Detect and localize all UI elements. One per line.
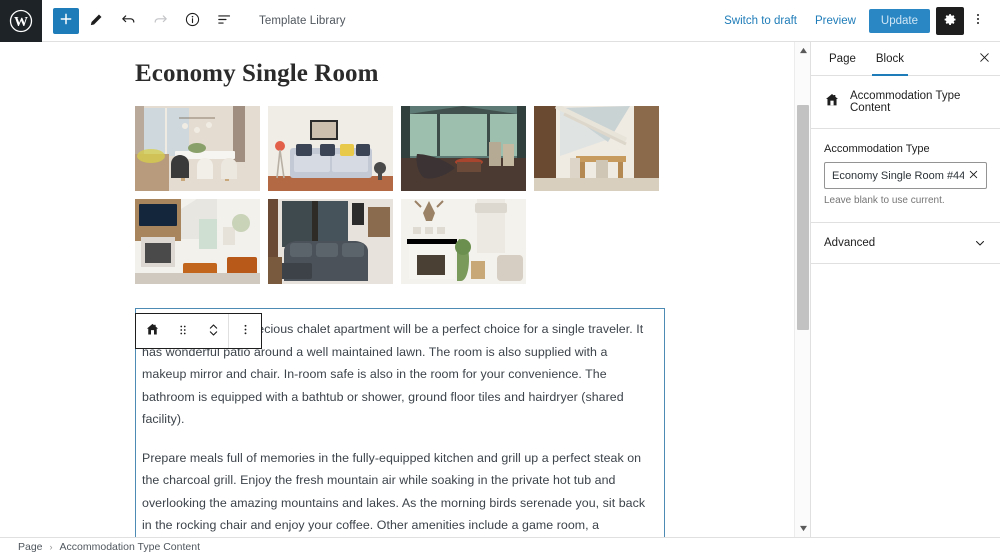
settings-sidebar: Page Block Accommodation Type Content Ac… bbox=[810, 42, 1000, 537]
wordpress-logo-icon: W bbox=[9, 9, 33, 33]
breadcrumb-separator-icon: › bbox=[49, 542, 53, 552]
redo-button[interactable] bbox=[145, 6, 175, 36]
close-icon bbox=[978, 51, 991, 67]
breadcrumb-item-page[interactable]: Page bbox=[18, 541, 43, 553]
scroll-down-arrow-icon[interactable] bbox=[795, 520, 810, 537]
add-block-button[interactable] bbox=[53, 7, 79, 34]
block-toolbar-group-primary bbox=[136, 314, 228, 348]
selected-block-card: Accommodation Type Content bbox=[811, 76, 1000, 129]
editor-top-bar: W Template Library Switch to draft Previ… bbox=[0, 0, 1000, 42]
breadcrumb: Page › Accommodation Type Content bbox=[0, 537, 1000, 556]
image-gallery-block[interactable] bbox=[135, 106, 665, 284]
drag-handle-button[interactable] bbox=[168, 314, 198, 348]
accommodation-type-value: Economy Single Room #44 bbox=[832, 169, 965, 182]
home-icon bbox=[824, 92, 840, 113]
preview-button[interactable]: Preview bbox=[806, 9, 865, 33]
list-view-icon bbox=[216, 11, 233, 31]
undo-arrow-icon bbox=[120, 11, 137, 31]
edit-mode-button[interactable] bbox=[81, 6, 111, 36]
editor-body: Economy Single Room This economy but spe… bbox=[0, 42, 1000, 537]
page-title[interactable]: Economy Single Room bbox=[135, 60, 794, 88]
block-options-button[interactable] bbox=[229, 314, 261, 348]
gallery-row bbox=[135, 199, 665, 284]
clear-accommodation-type-button[interactable] bbox=[964, 166, 982, 186]
breadcrumb-item-block[interactable]: Accommodation Type Content bbox=[60, 541, 200, 553]
accommodation-type-input[interactable]: Economy Single Room #44 bbox=[824, 162, 987, 189]
chevron-up-down-icon bbox=[206, 321, 221, 342]
drag-dots-icon bbox=[176, 323, 190, 340]
redo-arrow-icon bbox=[152, 11, 169, 31]
kebab-menu-icon bbox=[238, 322, 253, 340]
close-sidebar-button[interactable] bbox=[968, 42, 1000, 75]
editor-column: Economy Single Room This economy but spe… bbox=[0, 42, 810, 537]
chevron-down-icon bbox=[973, 236, 987, 250]
block-type-button[interactable] bbox=[136, 314, 168, 348]
more-options-button[interactable] bbox=[964, 7, 992, 35]
kebab-menu-icon bbox=[970, 11, 986, 30]
accommodation-type-label: Accommodation Type bbox=[824, 143, 930, 155]
advanced-panel-toggle[interactable]: Advanced bbox=[811, 223, 1000, 264]
gallery-image[interactable] bbox=[135, 199, 260, 284]
undo-button[interactable] bbox=[113, 6, 143, 36]
editor-scrollbar[interactable] bbox=[794, 42, 810, 537]
accommodation-type-help: Leave blank to use current. bbox=[824, 195, 945, 206]
top-bar-left-tools: Template Library bbox=[42, 6, 346, 36]
switch-to-draft-button[interactable]: Switch to draft bbox=[715, 9, 806, 33]
gallery-image[interactable] bbox=[534, 106, 659, 191]
info-circle-icon bbox=[184, 11, 201, 31]
scroll-up-arrow-icon[interactable] bbox=[795, 42, 810, 59]
gallery-image[interactable] bbox=[268, 199, 393, 284]
tab-block[interactable]: Block bbox=[866, 42, 914, 76]
top-bar-right-tools: Switch to draft Preview Update bbox=[715, 6, 1000, 35]
pencil-icon bbox=[88, 11, 105, 31]
gallery-image[interactable] bbox=[401, 199, 526, 284]
gallery-image[interactable] bbox=[401, 106, 526, 191]
update-button[interactable]: Update bbox=[868, 8, 930, 33]
advanced-panel-label: Advanced bbox=[824, 237, 876, 249]
paragraph-text[interactable]: Prepare meals full of memories in the fu… bbox=[142, 447, 654, 538]
gallery-row bbox=[135, 106, 665, 191]
tab-page[interactable]: Page bbox=[819, 42, 866, 75]
block-toolbar-group-options bbox=[228, 314, 261, 348]
wordpress-block-editor: W Template Library Switch to draft Previ… bbox=[0, 0, 1000, 556]
settings-button[interactable] bbox=[936, 6, 964, 35]
gear-icon bbox=[943, 12, 958, 30]
editor-canvas[interactable]: Economy Single Room This economy but spe… bbox=[0, 42, 794, 537]
home-icon bbox=[145, 322, 160, 340]
plus-icon bbox=[58, 11, 74, 30]
template-library-link[interactable]: Template Library bbox=[259, 15, 346, 27]
svg-text:W: W bbox=[14, 15, 28, 30]
block-toolbar bbox=[135, 313, 262, 349]
move-block-button[interactable] bbox=[198, 314, 228, 348]
gallery-image[interactable] bbox=[135, 106, 260, 191]
close-icon bbox=[968, 168, 979, 183]
selected-block-label: Accommodation Type Content bbox=[850, 90, 961, 114]
list-view-button[interactable] bbox=[209, 6, 239, 36]
document-info-button[interactable] bbox=[177, 6, 207, 36]
accommodation-type-section: Accommodation Type Economy Single Room #… bbox=[811, 129, 1000, 223]
sidebar-tabs: Page Block bbox=[811, 42, 1000, 76]
wordpress-logo-button[interactable]: W bbox=[0, 0, 42, 42]
editor-scrollbar-thumb[interactable] bbox=[797, 105, 809, 330]
gallery-image[interactable] bbox=[268, 106, 393, 191]
